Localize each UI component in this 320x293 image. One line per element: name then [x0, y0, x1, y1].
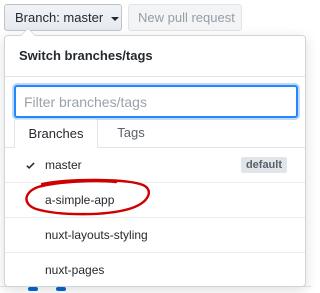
check-icon [24, 148, 38, 183]
branch-name: nuxt-layouts-styling [45, 228, 148, 242]
branch-item-master[interactable]: master default [5, 148, 305, 183]
tab-tags[interactable]: Tags [101, 119, 161, 148]
branch-select-button[interactable]: Branch: master [4, 4, 122, 31]
branch-name: a-simple-app [45, 193, 115, 207]
branch-item-nuxt-pages[interactable]: nuxt-pages [5, 253, 305, 288]
branch-item-a-simple-app[interactable]: a-simple-app [5, 183, 305, 218]
branch-item-nuxt-layouts-styling[interactable]: nuxt-layouts-styling [5, 218, 305, 253]
caret-down-icon [110, 16, 119, 21]
branch-name: master [45, 158, 82, 172]
branch-name: nuxt-pages [45, 263, 105, 277]
branch-tag-tabs: Branches Tags [5, 119, 305, 148]
dropdown-title: Switch branches/tags [19, 48, 153, 63]
filter-branches-input[interactable] [14, 85, 298, 118]
new-pull-request-button: New pull request [128, 4, 242, 31]
tab-branches[interactable]: Branches [14, 119, 98, 148]
default-badge: default [240, 157, 287, 173]
new-pull-request-label: New pull request [138, 10, 235, 25]
tab-tags-label: Tags [117, 125, 145, 140]
branch-select-label: Branch: master [15, 10, 104, 25]
branch-list: master default a-simple-app nuxt-layouts… [5, 148, 305, 288]
branch-dropdown: Switch branches/tags Branches Tags maste… [4, 28, 306, 288]
dropdown-header: Switch branches/tags [5, 36, 305, 77]
tab-branches-label: Branches [28, 126, 84, 141]
